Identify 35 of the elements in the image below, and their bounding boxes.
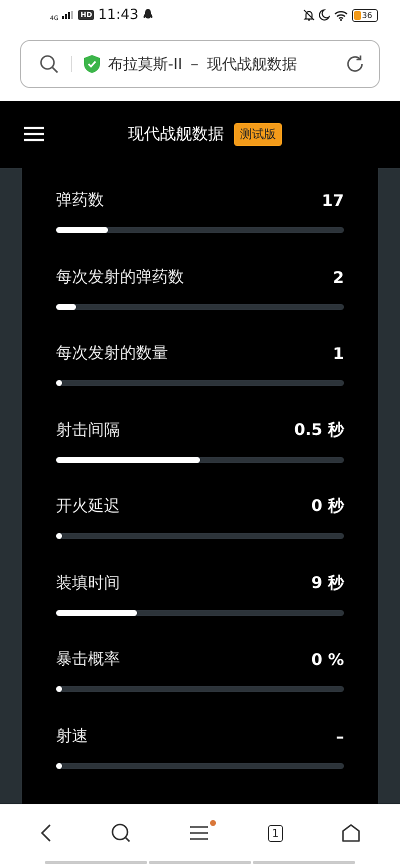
battery-indicator: 36 — [352, 8, 378, 22]
back-icon[interactable] — [40, 823, 52, 843]
signal-icon — [62, 11, 74, 19]
home-icon[interactable] — [342, 824, 360, 842]
stat-label: 射速 — [56, 726, 88, 746]
stat-label: 暴击概率 — [56, 649, 120, 670]
stat-value: 9 秒 — [311, 572, 344, 594]
stat-label: 每次发射的弹药数 — [56, 266, 184, 288]
stat-label: 弹药数 — [56, 190, 104, 211]
stat-value: 0 秒 — [311, 496, 344, 517]
search-icon[interactable] — [39, 54, 59, 74]
stat-label: 开火延迟 — [56, 496, 120, 517]
site-title: 现代战舰数据 — [128, 124, 224, 145]
stat-value: 1 — [332, 344, 344, 363]
page-title: 布拉莫斯-II － 现代战舰数据 — [108, 54, 298, 74]
bell-off-icon — [303, 9, 315, 21]
stat-value: 2 — [332, 268, 344, 286]
moon-icon — [319, 9, 330, 21]
stat-label: 射击间隔 — [56, 420, 120, 440]
shield-check-icon — [84, 55, 100, 73]
search-icon[interactable] — [111, 823, 132, 843]
wifi-icon — [334, 10, 348, 20]
beta-badge: 测试版 — [234, 123, 282, 146]
clock-time: 11:43 — [98, 7, 138, 23]
stat-value: 0 % — [311, 650, 344, 669]
stat-label: 装填时间 — [56, 572, 120, 594]
reload-icon[interactable] — [345, 54, 365, 74]
menu-icon[interactable] — [190, 825, 208, 841]
tab-count-button[interactable]: 1 — [268, 824, 283, 842]
stat-value: – — [336, 726, 344, 746]
stat-value: 17 — [322, 191, 344, 210]
stat-label: 每次发射的数量 — [56, 343, 168, 364]
address-bar[interactable]: 布拉莫斯-II － 现代战舰数据 — [20, 40, 380, 88]
penguin-icon — [142, 9, 152, 21]
stat-value: 0.5 秒 — [294, 420, 344, 440]
